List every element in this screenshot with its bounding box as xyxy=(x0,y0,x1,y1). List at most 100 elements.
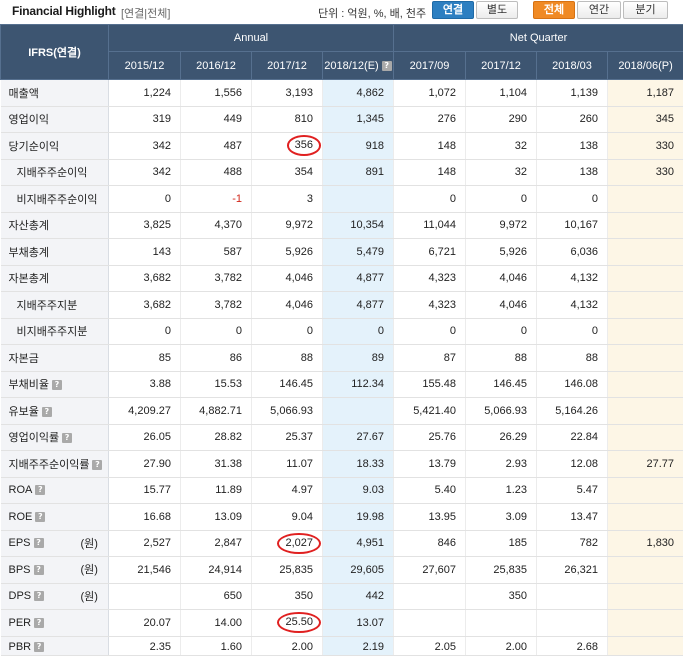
value-cell xyxy=(322,397,395,425)
value-cell: 0 xyxy=(536,318,609,345)
value-cell: 290 xyxy=(465,106,538,133)
column-header: 2017/09 xyxy=(393,51,467,80)
table-row: 자본금 85 86 88 89 87 88 88 xyxy=(0,344,683,372)
value-cell xyxy=(536,609,609,637)
annual-group-header: Annual xyxy=(107,24,395,52)
value-cell: 10,167 xyxy=(536,212,609,239)
value-cell: 9,972 xyxy=(251,212,323,239)
help-icon[interactable]: ? xyxy=(62,433,73,444)
section-title: Financial Highlight xyxy=(12,4,116,18)
help-icon[interactable]: ? xyxy=(34,641,45,652)
highlight-circle: 25.50 xyxy=(277,612,321,634)
value-cell: 29,605 xyxy=(322,556,395,584)
value-cell: 4,323 xyxy=(393,291,467,319)
row-label-cell: 지배주주지분 xyxy=(0,291,109,319)
row-label-cell: 영업이익 xyxy=(0,106,109,133)
value-cell: 4,046 xyxy=(465,265,538,292)
value-cell: 25.76 xyxy=(393,424,467,451)
column-header: 2016/12 xyxy=(180,51,252,80)
row-label-cell: 비지배주주순이익 xyxy=(0,185,109,213)
row-label: 부채비율 xyxy=(8,379,49,392)
value-cell: 350 xyxy=(465,583,538,610)
value-cell: 13.47 xyxy=(536,503,609,531)
tab-separate[interactable]: 별도 xyxy=(476,1,518,19)
value-cell: 88 xyxy=(251,344,323,372)
value-cell xyxy=(607,583,683,610)
help-icon[interactable]: ? xyxy=(34,591,45,602)
value-cell: 4,862 xyxy=(322,79,395,107)
value-cell xyxy=(607,318,683,345)
value-cell: 1,556 xyxy=(180,79,252,107)
row-label: 매출액 xyxy=(8,87,39,100)
help-icon[interactable]: ? xyxy=(33,564,44,575)
value-cell xyxy=(607,185,683,213)
value-cell: 319 xyxy=(108,106,181,133)
row-label-cell: ROA? xyxy=(0,477,109,504)
table-row: 지배주주지분 3,682 3,782 4,046 4,877 4,323 4,046 4,13… xyxy=(0,291,683,319)
row-label: 부채총계 xyxy=(8,246,49,259)
value-cell xyxy=(607,556,683,584)
value-cell: 3,682 xyxy=(108,265,181,292)
value-cell: 148 xyxy=(393,132,467,160)
value-cell: 342 xyxy=(108,132,181,160)
value-cell: 28.82 xyxy=(180,424,252,451)
value-cell: 1,072 xyxy=(393,79,467,107)
value-cell: 11.89 xyxy=(180,477,252,504)
value-cell: 891 xyxy=(322,159,395,186)
value-cell: 4,877 xyxy=(322,291,395,319)
help-icon[interactable]: ? xyxy=(381,60,392,71)
value-cell: 13.07 xyxy=(322,609,395,637)
help-icon[interactable]: ? xyxy=(41,406,52,417)
highlight-circle: 356 xyxy=(286,135,321,157)
tab-consolidated[interactable]: 연결 xyxy=(432,1,474,19)
corner-header: IFRS(연결) xyxy=(0,24,109,80)
value-cell: 0 xyxy=(536,185,609,213)
value-cell: 345 xyxy=(607,106,683,133)
column-header: 2018/12(E)? xyxy=(321,51,395,80)
value-cell: 3,782 xyxy=(180,265,252,292)
help-icon[interactable]: ? xyxy=(92,459,103,470)
value-cell: 4,132 xyxy=(536,265,609,292)
column-header: 2015/12 xyxy=(108,51,181,80)
tab-annual[interactable]: 연간 xyxy=(577,1,621,19)
help-icon[interactable]: ? xyxy=(35,485,46,496)
value-cell: 4,370 xyxy=(180,212,252,239)
table-row: 비지배주주지분 0 0 0 0 0 0 0 xyxy=(0,318,683,345)
tab-quarterly[interactable]: 분기 xyxy=(623,1,668,19)
value-cell: 487 xyxy=(180,132,252,160)
value-cell: 3,782 xyxy=(180,291,252,319)
row-label-cell: 자본총계 xyxy=(0,265,109,292)
value-cell: 4,046 xyxy=(251,291,323,319)
table-row: 부채총계 143 587 5,926 5,479 6,721 5,926 6,036 xyxy=(0,238,683,266)
value-cell: 12.08 xyxy=(536,450,609,478)
value-cell: 4,132 xyxy=(536,291,609,319)
value-cell: 27.90 xyxy=(108,450,181,478)
value-cell: 5,066.93 xyxy=(465,397,538,425)
value-cell: 4,046 xyxy=(251,265,323,292)
value-cell: 20.07 xyxy=(108,609,181,637)
tab-all[interactable]: 전체 xyxy=(533,1,575,19)
row-label: 유보율 xyxy=(8,405,39,418)
value-cell: 3,825 xyxy=(108,212,181,239)
row-label-cell: ROE? xyxy=(0,503,109,531)
value-cell: 0 xyxy=(251,318,323,345)
help-icon[interactable]: ? xyxy=(35,511,46,522)
value-cell: 13.79 xyxy=(393,450,467,478)
value-cell: 782 xyxy=(536,530,609,557)
value-cell: 4,209.27 xyxy=(108,397,181,425)
value-cell: 27,607 xyxy=(393,556,467,584)
value-cell: 26.05 xyxy=(108,424,181,451)
value-cell: 88 xyxy=(536,344,609,372)
value-cell: 11,044 xyxy=(393,212,467,239)
row-label: PBR xyxy=(8,640,32,653)
help-icon[interactable]: ? xyxy=(51,380,62,391)
value-cell: 0 xyxy=(108,318,181,345)
help-icon[interactable]: ? xyxy=(34,617,45,628)
value-cell: 2.68 xyxy=(536,636,609,656)
quarter-group-header: Net Quarter xyxy=(393,24,683,52)
value-cell: 0 xyxy=(393,185,467,213)
value-cell: 3.88 xyxy=(108,371,181,398)
help-icon[interactable]: ? xyxy=(33,538,44,549)
value-cell: 2.93 xyxy=(465,450,538,478)
value-cell: 185 xyxy=(465,530,538,557)
